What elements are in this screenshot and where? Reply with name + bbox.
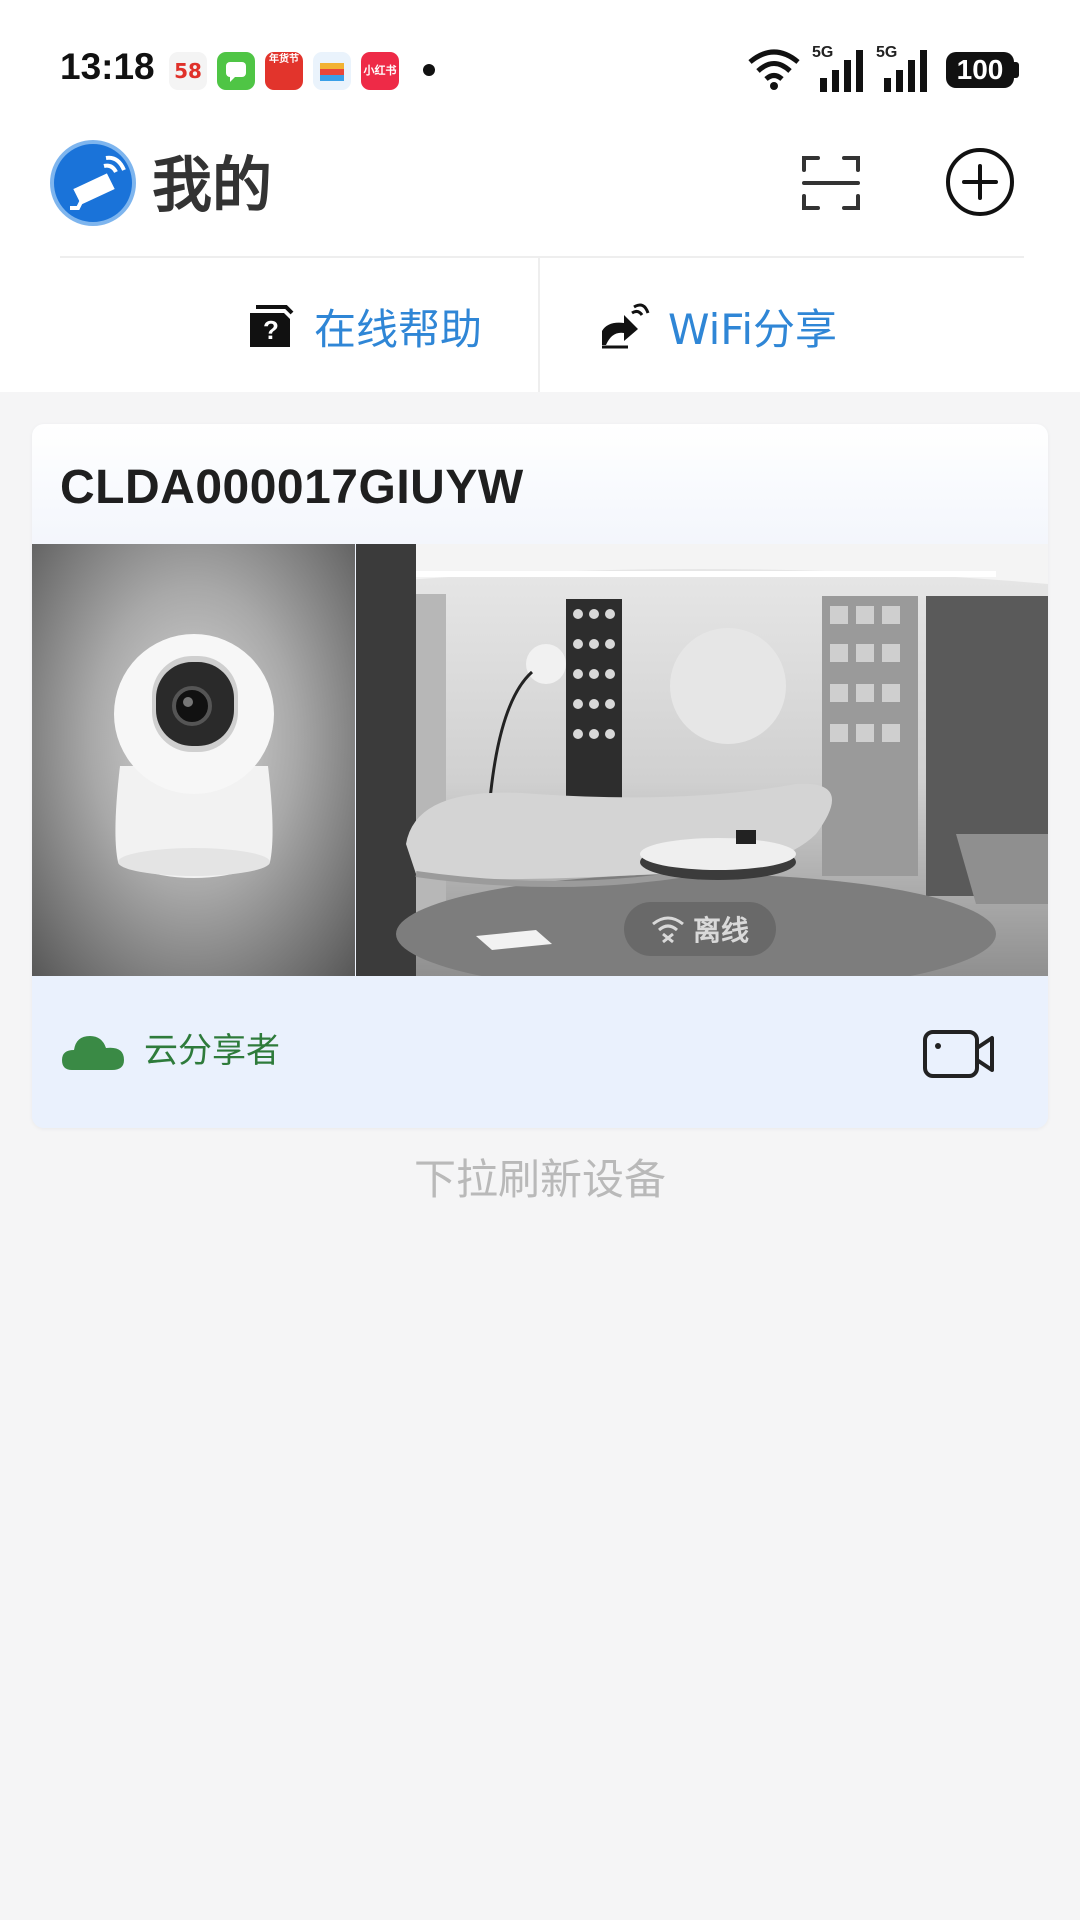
device-card-footer: 云分享者: [32, 976, 1048, 1128]
wallet-icon: [313, 52, 351, 90]
more-notifications-dot: [423, 64, 435, 76]
page-title: 我的: [152, 151, 272, 221]
battery-tip: [1014, 62, 1019, 78]
add-circle-icon: [946, 148, 1014, 216]
wifi-share-button[interactable]: WiFi分享: [598, 294, 837, 358]
status-bar: 13:18 58 年货节 小红书 5G 5G 100: [0, 0, 1080, 130]
add-device-button[interactable]: [944, 146, 1016, 218]
wifi-off-icon: [652, 916, 684, 944]
status-time: 13:18: [60, 46, 155, 87]
58-app-icon: 58: [169, 52, 207, 90]
header-divider: [60, 256, 1024, 258]
device-card-header: CLDA000017GIUYW: [32, 424, 1048, 544]
scan-icon: [802, 156, 860, 210]
online-help-button[interactable]: ? 在线帮助: [246, 294, 482, 358]
scan-button[interactable]: [800, 152, 862, 214]
messages-icon: [217, 52, 255, 90]
svg-text:?: ?: [263, 315, 279, 345]
security-camera-logo-icon: [50, 140, 136, 226]
device-card[interactable]: CLDA000017GIUYW 离线 云分享者: [32, 424, 1048, 1128]
offline-status-badge: 离线: [624, 902, 776, 956]
battery-indicator: 100: [946, 52, 1014, 88]
help-box-icon: ?: [250, 305, 294, 347]
playback-video-button[interactable]: [922, 1026, 996, 1082]
new-year-app-icon: 年货节: [265, 52, 303, 90]
video-camera-icon: [923, 1030, 994, 1078]
signal-1-icon: 5G: [812, 44, 868, 92]
online-help-label: 在线帮助: [314, 304, 483, 354]
quick-actions-divider: [538, 258, 540, 392]
last-snapshot-image[interactable]: 离线: [356, 544, 1048, 976]
signal-2-icon: 5G: [876, 44, 932, 92]
device-name: CLDA000017GIUYW: [60, 461, 524, 514]
wifi-share-icon: [602, 303, 650, 349]
device-media[interactable]: 离线: [32, 544, 1048, 976]
cloud-icon: [62, 1036, 124, 1070]
xiaohongshu-icon: 小红书: [361, 52, 399, 90]
offline-status-text: 离线: [692, 914, 749, 947]
pull-to-refresh-hint: 下拉刷新设备: [413, 1155, 666, 1204]
camera-product-image: [32, 544, 355, 976]
top-panel: 13:18 58 年货节 小红书 5G 5G 100 我的 ? 在线帮助 WiF…: [0, 0, 1080, 392]
wifi-icon: [748, 49, 800, 90]
wifi-share-label: WiFi分享: [668, 304, 838, 354]
cloud-sharer-label: 云分享者: [144, 1031, 280, 1071]
